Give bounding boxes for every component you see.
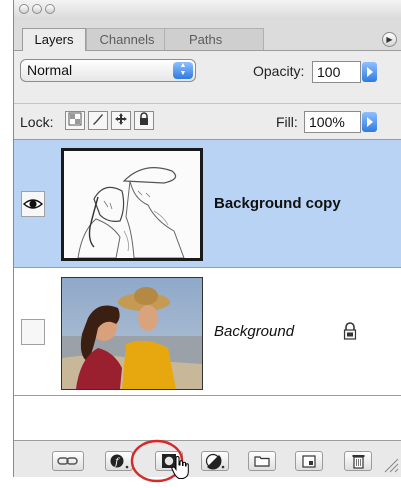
hand-cursor-icon bbox=[171, 455, 191, 480]
fill-label: Fill: bbox=[276, 114, 298, 130]
layers-list: Background copy Background bbox=[14, 139, 401, 441]
blend-row: Normal ▲ ▼ Opacity: 100 bbox=[14, 51, 401, 92]
tab-channels[interactable]: Channels bbox=[86, 28, 168, 50]
lock-row: Lock: Fill: 100% bbox=[14, 103, 401, 140]
panel-tab-strip: Layers Channels Paths ▶ bbox=[14, 20, 401, 51]
adjustment-layer-icon[interactable] bbox=[201, 451, 229, 471]
tab-paths[interactable]: Paths bbox=[164, 28, 264, 50]
layers-bottom-toolbar: f bbox=[14, 441, 401, 477]
new-layer-icon[interactable] bbox=[295, 451, 323, 471]
blend-mode-value: Normal bbox=[27, 62, 73, 78]
tab-layers[interactable]: Layers bbox=[22, 28, 86, 51]
lock-all-icon[interactable] bbox=[134, 111, 154, 130]
lock-label: Lock: bbox=[20, 114, 54, 130]
new-group-icon[interactable] bbox=[248, 451, 276, 471]
opacity-field[interactable]: 100 bbox=[312, 61, 361, 83]
opacity-label: Opacity: bbox=[253, 63, 305, 79]
layer-style-icon[interactable]: f bbox=[105, 451, 133, 471]
fill-field[interactable]: 100% bbox=[304, 111, 361, 133]
lock-brush-icon[interactable] bbox=[88, 111, 108, 130]
eye-icon bbox=[22, 199, 44, 209]
trash-icon[interactable] bbox=[344, 451, 372, 471]
layer-row-background[interactable]: Background bbox=[14, 268, 401, 396]
resize-grip-icon[interactable] bbox=[381, 455, 399, 473]
minimize-window-button[interactable] bbox=[32, 4, 42, 14]
panel-menu-button[interactable]: ▶ bbox=[382, 32, 397, 47]
layer-thumbnail-sketch bbox=[61, 148, 203, 261]
layers-panel: Layers Channels Paths ▶ Normal ▲ ▼ Opacit… bbox=[13, 0, 401, 477]
layer-name-background[interactable]: Background bbox=[214, 323, 294, 340]
visibility-toggle[interactable] bbox=[21, 191, 45, 217]
blend-mode-stepper-icon: ▲ ▼ bbox=[173, 62, 193, 79]
fill-slider-arrow-icon[interactable] bbox=[362, 112, 377, 132]
blend-mode-select[interactable]: Normal ▲ ▼ bbox=[20, 59, 196, 82]
layer-thumbnail-photo bbox=[61, 277, 203, 390]
lock-transparent-icon[interactable] bbox=[65, 111, 85, 130]
opacity-slider-arrow-icon[interactable] bbox=[362, 62, 377, 82]
lock-move-icon[interactable] bbox=[111, 111, 131, 130]
window-titlebar bbox=[14, 0, 401, 21]
close-window-button[interactable] bbox=[19, 4, 29, 14]
layer-row-background-copy[interactable]: Background copy bbox=[14, 140, 401, 268]
zoom-window-button[interactable] bbox=[45, 4, 55, 14]
layer-name-background-copy[interactable]: Background copy bbox=[214, 195, 341, 212]
visibility-toggle-empty[interactable] bbox=[21, 319, 45, 345]
link-layers-icon[interactable] bbox=[52, 451, 84, 471]
layer-locked-icon bbox=[342, 322, 358, 340]
